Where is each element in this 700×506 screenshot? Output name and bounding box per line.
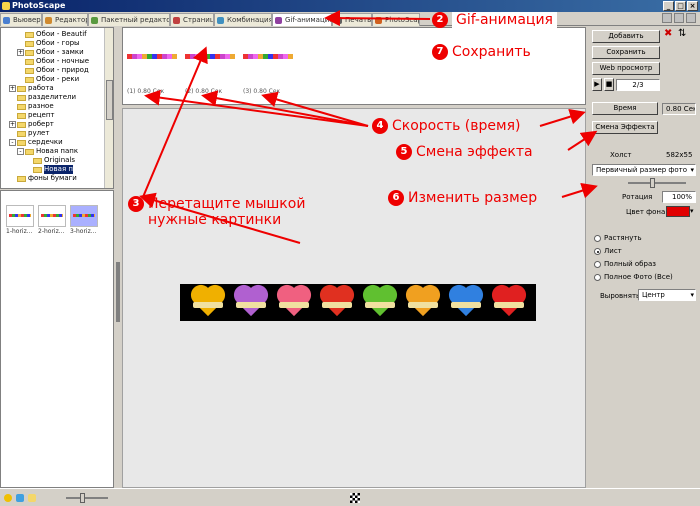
annotation-6: 6 Изменить размер: [388, 190, 537, 206]
annotation-3: 3 Перетащите мышкой нужные картинки: [128, 196, 305, 228]
arrow-4d: [539, 108, 586, 127]
annotation-2: 2 Gif-анимация: [432, 12, 557, 28]
arrow-4c: [144, 89, 369, 127]
arrow-6: [561, 182, 598, 199]
annotation-4: 4 Скорость (время): [372, 118, 520, 134]
arrow-2: [324, 10, 431, 27]
annotation-arrows: [139, 10, 598, 244]
arrow-4a: [261, 91, 369, 127]
arrow-4b: [201, 90, 369, 127]
arrow-3b: [142, 46, 208, 198]
arrow-5: [567, 130, 598, 151]
annotation-7: 7 Сохранить: [432, 44, 531, 60]
annotation-5: 5 Смена эффекта: [396, 144, 533, 160]
